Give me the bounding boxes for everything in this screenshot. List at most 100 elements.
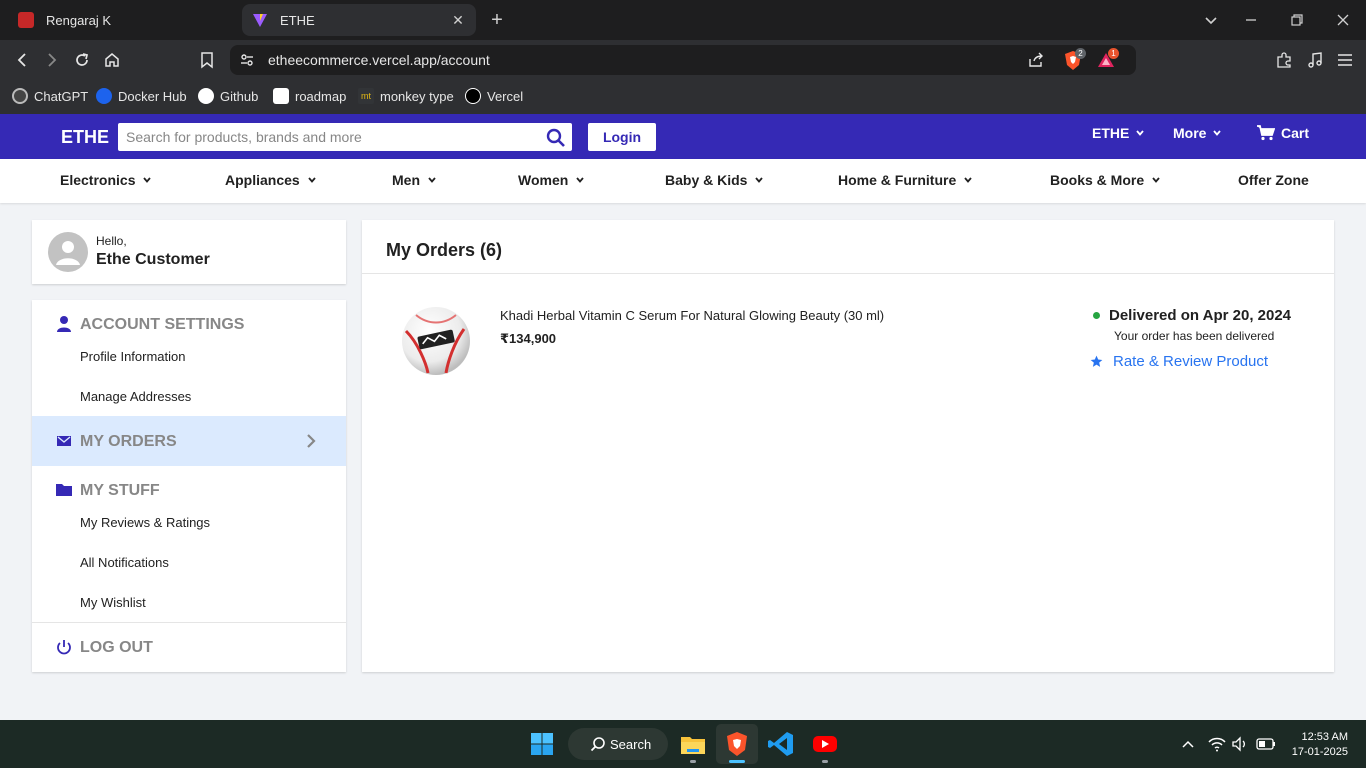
shields-badge: 2 [1075,48,1086,59]
home-icon[interactable] [102,50,122,70]
bookmark-label: Docker Hub [118,88,187,104]
media-icon[interactable] [1305,50,1325,70]
youtube-icon[interactable] [810,729,840,759]
new-tab-button[interactable]: + [487,10,507,30]
cart-icon [1257,125,1275,141]
category-electronics[interactable]: Electronics [60,172,152,188]
bookmark-monkey-type[interactable]: mt monkey type [358,86,454,106]
forward-arrow-icon[interactable] [42,50,62,70]
file-explorer-icon[interactable] [678,729,708,759]
site-logo[interactable]: ETHE [61,127,109,148]
category-men[interactable]: Men [392,172,437,188]
manage-addresses-link[interactable]: Manage Addresses [80,389,191,404]
github-icon [198,88,214,104]
orders-icon [55,432,73,450]
bookmark-icon[interactable] [197,50,217,70]
category-label: Electronics [60,172,136,188]
ethe-dropdown[interactable]: ETHE [1092,125,1145,141]
chevron-down-icon [1136,130,1145,136]
category-books-more[interactable]: Books & More [1050,172,1161,188]
rate-review-link[interactable]: Rate & Review Product [1090,353,1268,370]
search-icon[interactable] [546,128,566,148]
category-label: Baby & Kids [665,172,748,188]
system-clock[interactable]: 12:53 AM 17-01-2025 [1288,730,1348,760]
category-label: Appliances [225,172,300,188]
chevron-down-icon [143,177,152,183]
windows-start-icon[interactable] [530,732,554,756]
rate-review-label: Rate & Review Product [1113,353,1269,370]
bookmark-roadmap[interactable]: roadmap [273,86,346,106]
browser-tab-rengaraj[interactable]: Rengaraj K [8,4,234,36]
bookmark-label: ChatGPT [34,88,89,104]
taskbar-search[interactable]: Search [568,728,668,760]
ethe-link-label: ETHE [1092,125,1130,141]
my-wishlist-link[interactable]: My Wishlist [80,595,146,610]
monkeytype-icon: mt [358,88,374,104]
chevron-down-icon [428,177,436,183]
category-label: Books & More [1050,172,1145,188]
restore-icon[interactable] [1287,10,1307,30]
vscode-icon[interactable] [766,729,796,759]
logout-button[interactable]: LOG OUT [80,639,153,657]
order-status-note: Your order has been delivered [1114,329,1275,343]
orders-panel [362,220,1334,672]
profile-information-link[interactable]: Profile Information [80,349,186,364]
roadmap-icon [273,88,289,104]
chevron-down-icon [308,177,316,183]
user-name: Ethe Customer [96,251,210,268]
browser-tab-ethe[interactable]: ETHE ✕ [242,4,476,36]
vite-favicon-icon [252,12,268,28]
bookmark-github[interactable]: Github [198,86,258,106]
bookmark-chatgpt[interactable]: ChatGPT [12,86,88,106]
app-indicator-active [729,760,745,763]
my-stuff-heading: MY STUFF [80,482,160,499]
battery-icon[interactable] [1256,737,1276,751]
my-reviews-link[interactable]: My Reviews & Ratings [80,515,210,530]
login-button[interactable]: Login [588,123,656,151]
category-label: Home & Furniture [838,172,957,188]
category-women[interactable]: Women [518,172,585,188]
back-arrow-icon[interactable] [12,50,32,70]
more-dropdown[interactable]: More [1173,125,1222,141]
folder-icon [55,481,73,499]
category-label: Women [518,172,569,188]
vercel-icon [465,88,481,104]
bookmark-docker-hub[interactable]: Docker Hub [96,86,187,106]
bookmark-label: Vercel [487,88,524,104]
product-image[interactable] [398,303,474,379]
brave-browser-icon[interactable] [722,729,752,759]
user-icon [55,315,73,333]
reload-icon[interactable] [72,50,92,70]
product-price: ₹134,900 [500,331,557,346]
all-notifications-link[interactable]: All Notifications [80,555,169,570]
app-indicator [822,760,828,763]
account-settings-heading: ACCOUNT SETTINGS [80,316,245,333]
category-home-furniture[interactable]: Home & Furniture [838,172,973,188]
search-input[interactable] [118,123,572,151]
extensions-icon[interactable] [1274,50,1294,70]
tab-title: Rengaraj K [46,12,112,28]
site-settings-icon[interactable] [238,51,256,69]
cart-link[interactable]: Cart [1257,125,1309,141]
category-baby-kids[interactable]: Baby & Kids [665,172,764,188]
power-icon [55,638,73,656]
chevron-up-icon[interactable] [1180,736,1196,752]
category-appliances[interactable]: Appliances [225,172,317,188]
category-offer-zone[interactable]: Offer Zone [1238,172,1309,188]
close-window-icon[interactable] [1333,10,1353,30]
wifi-icon[interactable] [1208,736,1226,752]
product-name[interactable]: Khadi Herbal Vitamin C Serum For Natural… [500,308,884,323]
star-icon [1090,355,1103,367]
bookmark-vercel[interactable]: Vercel [465,86,523,106]
share-icon[interactable] [1027,51,1045,69]
hamburger-menu-icon[interactable] [1335,50,1355,70]
bookmark-label: monkey type [380,88,454,104]
tab-search-chevron-icon[interactable] [1201,10,1221,30]
more-link-label: More [1173,125,1207,141]
bookmark-label: Github [220,88,259,104]
cart-label: Cart [1281,125,1310,141]
minimize-icon[interactable] [1241,10,1261,30]
tab-close-icon[interactable]: ✕ [450,12,466,28]
volume-icon[interactable] [1231,736,1249,752]
search-icon [590,737,605,752]
